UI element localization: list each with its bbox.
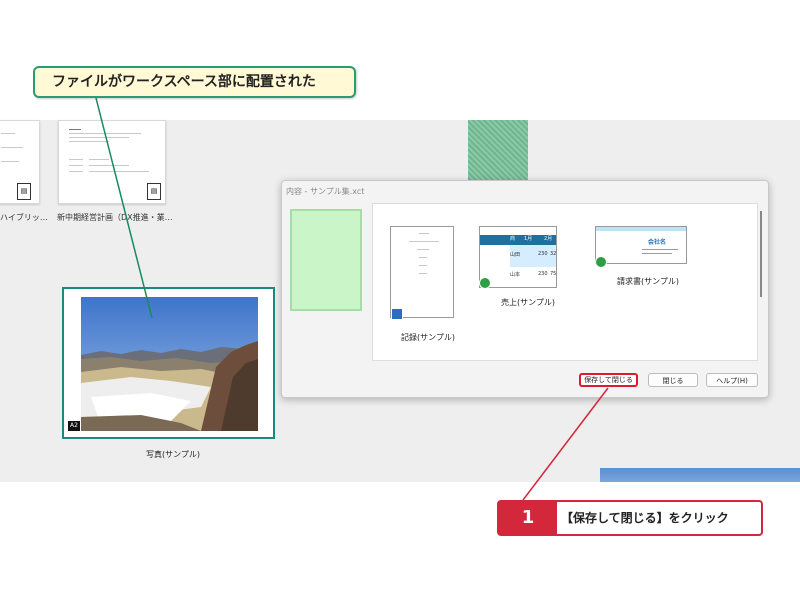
text-line bbox=[69, 133, 141, 134]
text-line bbox=[419, 265, 427, 266]
panel-scrollbar[interactable] bbox=[760, 211, 762, 297]
text-line bbox=[69, 137, 129, 138]
workspace-image-thumbnail[interactable] bbox=[600, 468, 800, 482]
mountain-photo bbox=[81, 297, 258, 431]
file-list-panel: 記録(サンプル) 商 1月 2月 山田 230 325 山本 230 75 売上… bbox=[372, 203, 758, 361]
dialog-title: 内容 - サンプル集.xct bbox=[286, 187, 365, 196]
sheet-header-cell: 2月 bbox=[544, 236, 553, 242]
file-caption: 請求書(サンプル) bbox=[617, 277, 680, 286]
file-caption: 記録(サンプル) bbox=[401, 333, 456, 342]
sheet-header-cell: 1月 bbox=[524, 236, 533, 242]
sheet-cell: 230 bbox=[538, 251, 548, 257]
sheet-header-cell: 商 bbox=[510, 236, 516, 242]
text-line bbox=[419, 233, 429, 234]
help-button[interactable]: ヘルプ(H) bbox=[706, 373, 758, 387]
excel-file-icon bbox=[595, 256, 607, 268]
workspace-file-caption: 新中期経営計画（DX推進・業… bbox=[57, 213, 173, 222]
file-caption: 売上(サンプル) bbox=[501, 298, 556, 307]
a2-file-icon: A2 bbox=[68, 421, 80, 431]
file-thumbnail: 会社名 bbox=[595, 226, 687, 264]
text-line bbox=[69, 165, 83, 166]
workspace-placed-callout: ファイルがワークスペース部に配置された bbox=[33, 66, 356, 98]
invoice-header-bar bbox=[596, 227, 686, 231]
document-icon: ▤ bbox=[17, 183, 31, 200]
sheet-cell: 山本 bbox=[510, 272, 521, 278]
text-line bbox=[642, 249, 678, 250]
sheet-cell: 75 bbox=[550, 271, 557, 277]
document-icon: ▤ bbox=[147, 183, 161, 200]
workspace-file-caption: ハイブリッ… bbox=[0, 213, 48, 222]
file-thumbnail: 商 1月 2月 山田 230 325 山本 230 75 bbox=[479, 226, 557, 288]
text-line bbox=[417, 249, 429, 250]
workspace-file-thumbnail[interactable]: ▤ bbox=[58, 120, 166, 204]
invoice-company-name: 会社名 bbox=[648, 239, 667, 246]
workspace-file-thumbnail[interactable]: ▤ bbox=[0, 120, 40, 204]
text-line bbox=[1, 133, 15, 134]
text-line bbox=[89, 159, 109, 160]
sheet-cell: 山田 bbox=[510, 252, 521, 258]
text-line bbox=[69, 141, 109, 142]
close-button[interactable]: 閉じる bbox=[648, 373, 698, 387]
contents-dialog: 内容 - サンプル集.xct 記録(サンプル) 商 1月 2月 山田 230 3… bbox=[281, 180, 769, 398]
text-line bbox=[1, 161, 19, 162]
photo-file-card[interactable]: A2 bbox=[62, 287, 275, 439]
save-and-close-button[interactable]: 保存して閉じる bbox=[579, 373, 638, 387]
step-text: 【保存して閉じる】をクリック bbox=[561, 511, 729, 525]
text-line bbox=[419, 257, 427, 258]
binder-preview-image bbox=[290, 209, 362, 311]
step-instruction: 1 【保存して閉じる】をクリック bbox=[497, 500, 763, 536]
word-file-icon bbox=[391, 308, 403, 320]
file-thumbnail bbox=[390, 226, 454, 318]
sheet-cell: 325 bbox=[550, 251, 557, 257]
text-line bbox=[69, 129, 81, 130]
step-number: 1 bbox=[499, 502, 557, 534]
text-line bbox=[89, 171, 149, 172]
text-line bbox=[69, 171, 83, 172]
workspace-image-thumbnail[interactable] bbox=[468, 120, 528, 182]
text-line bbox=[89, 165, 129, 166]
text-line bbox=[409, 241, 439, 242]
text-line bbox=[419, 273, 427, 274]
sheet-cell: 230 bbox=[538, 271, 548, 277]
text-line bbox=[642, 253, 672, 254]
photo-file-caption: 写真(サンプル) bbox=[146, 450, 201, 459]
text-line bbox=[1, 147, 23, 148]
excel-file-icon bbox=[479, 277, 491, 289]
text-line bbox=[69, 159, 83, 160]
